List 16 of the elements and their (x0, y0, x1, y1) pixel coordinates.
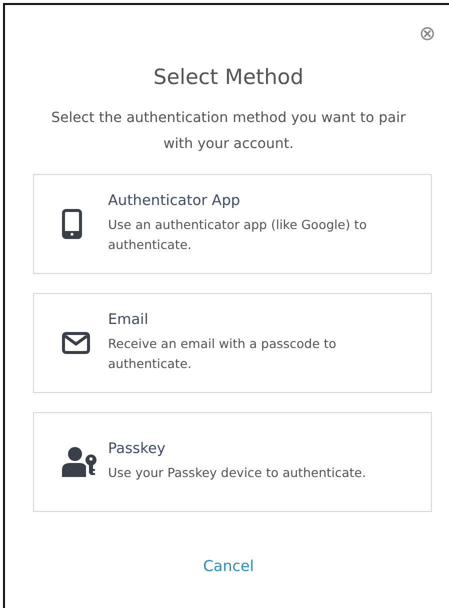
dialog-subtitle: Select the authentication method you want to pair with your account. (50, 109, 407, 154)
user-key-icon (62, 446, 98, 478)
method-title: Authenticator App (108, 193, 242, 209)
envelope-icon (62, 332, 90, 354)
method-title: Email (108, 312, 150, 328)
method-option[interactable]: Authenticator App Use an authenticator app (like Google) to authenticate. (33, 174, 432, 274)
dialog-title: Select Method (152, 65, 305, 89)
method-option[interactable]: Email Receive an email with a passcode to authenticate. (33, 293, 432, 393)
method-description: Receive an email with a passcode to authenticate. (108, 335, 338, 373)
method-description: Use an authenticator app (like Google) to authenticate. (108, 216, 368, 254)
cancel-link[interactable]: Cancel (203, 557, 254, 575)
method-title: Passkey (108, 441, 166, 457)
method-option[interactable]: Passkey Use your Passkey device to authenticate. (33, 412, 432, 512)
close-button[interactable]: ⊗ (419, 23, 436, 45)
phone-icon (62, 209, 82, 239)
method-description: Use your Passkey device to authenticate. (108, 464, 366, 482)
